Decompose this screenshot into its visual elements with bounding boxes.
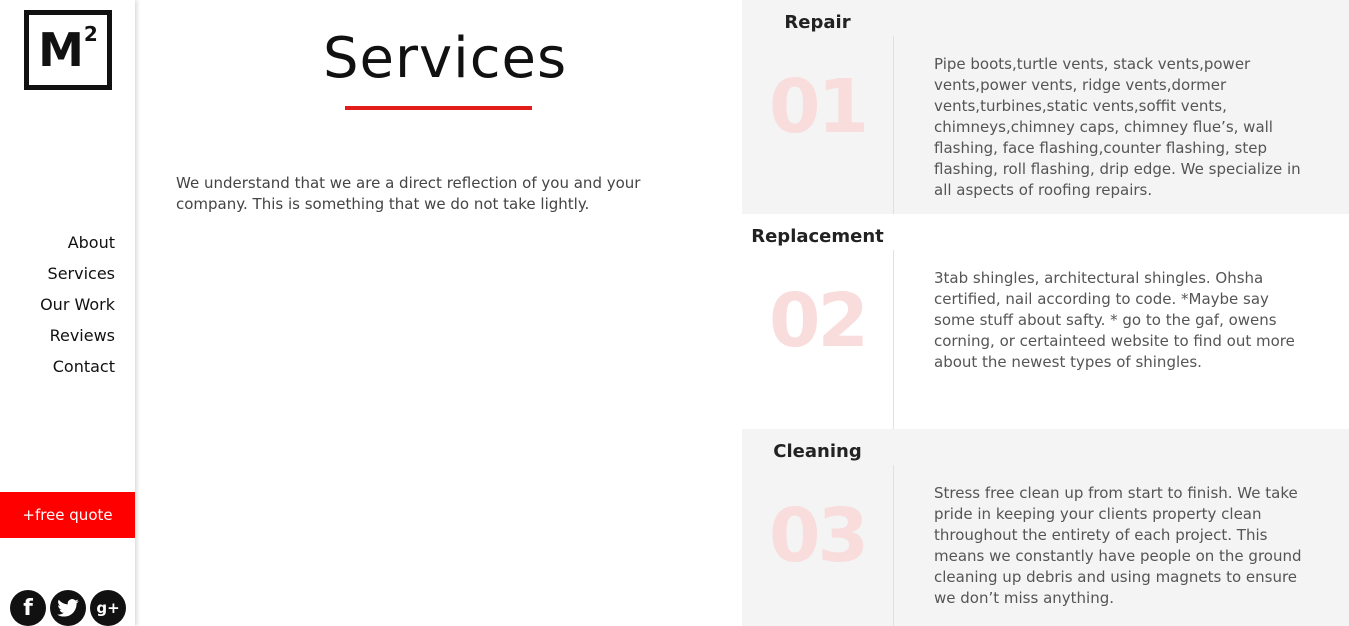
nav-our-work[interactable]: Our Work bbox=[40, 289, 115, 320]
service-repair: Repair 01 Pipe boots,turtle vents, stack… bbox=[742, 0, 1349, 214]
service-heading: Replacement bbox=[751, 226, 884, 247]
sidebar: M2 About Services Our Work Reviews Conta… bbox=[0, 0, 135, 626]
intro-text: We understand that we are a direct refle… bbox=[176, 174, 641, 213]
service-divider bbox=[893, 250, 894, 429]
service-heading: Cleaning bbox=[773, 441, 862, 462]
social-links: f g+ bbox=[10, 590, 126, 626]
service-replacement: Replacement 02 3tab shingles, architectu… bbox=[742, 214, 1349, 429]
service-divider bbox=[893, 36, 894, 214]
service-cleaning: Cleaning 03 Stress free clean up from st… bbox=[742, 429, 1349, 626]
service-heading: Repair bbox=[784, 12, 851, 33]
nav-services[interactable]: Services bbox=[40, 258, 115, 289]
main-nav: About Services Our Work Reviews Contact bbox=[40, 227, 115, 382]
twitter-icon[interactable] bbox=[50, 590, 86, 626]
page-title: Services bbox=[323, 26, 568, 91]
logo-superscript: 2 bbox=[83, 22, 98, 46]
facebook-glyph: f bbox=[23, 595, 33, 621]
service-number: 02 bbox=[769, 278, 869, 364]
logo[interactable]: M2 bbox=[24, 10, 112, 90]
google-plus-glyph: g+ bbox=[96, 599, 120, 617]
nav-reviews[interactable]: Reviews bbox=[40, 320, 115, 351]
title-underline bbox=[345, 106, 532, 110]
service-description: Pipe boots,turtle vents, stack vents,pow… bbox=[934, 55, 1301, 199]
service-number: 03 bbox=[769, 493, 869, 579]
facebook-icon[interactable]: f bbox=[10, 590, 46, 626]
logo-main: M bbox=[38, 23, 84, 77]
twitter-glyph bbox=[57, 599, 79, 617]
service-description: 3tab shingles, architectural shingles. O… bbox=[934, 269, 1295, 371]
google-plus-icon[interactable]: g+ bbox=[90, 590, 126, 626]
nav-contact[interactable]: Contact bbox=[40, 351, 115, 382]
service-divider bbox=[893, 465, 894, 626]
free-quote-button[interactable]: +free quote bbox=[0, 492, 135, 538]
service-description: Stress free clean up from start to finis… bbox=[934, 484, 1302, 607]
nav-about[interactable]: About bbox=[40, 227, 115, 258]
service-number: 01 bbox=[769, 64, 869, 150]
